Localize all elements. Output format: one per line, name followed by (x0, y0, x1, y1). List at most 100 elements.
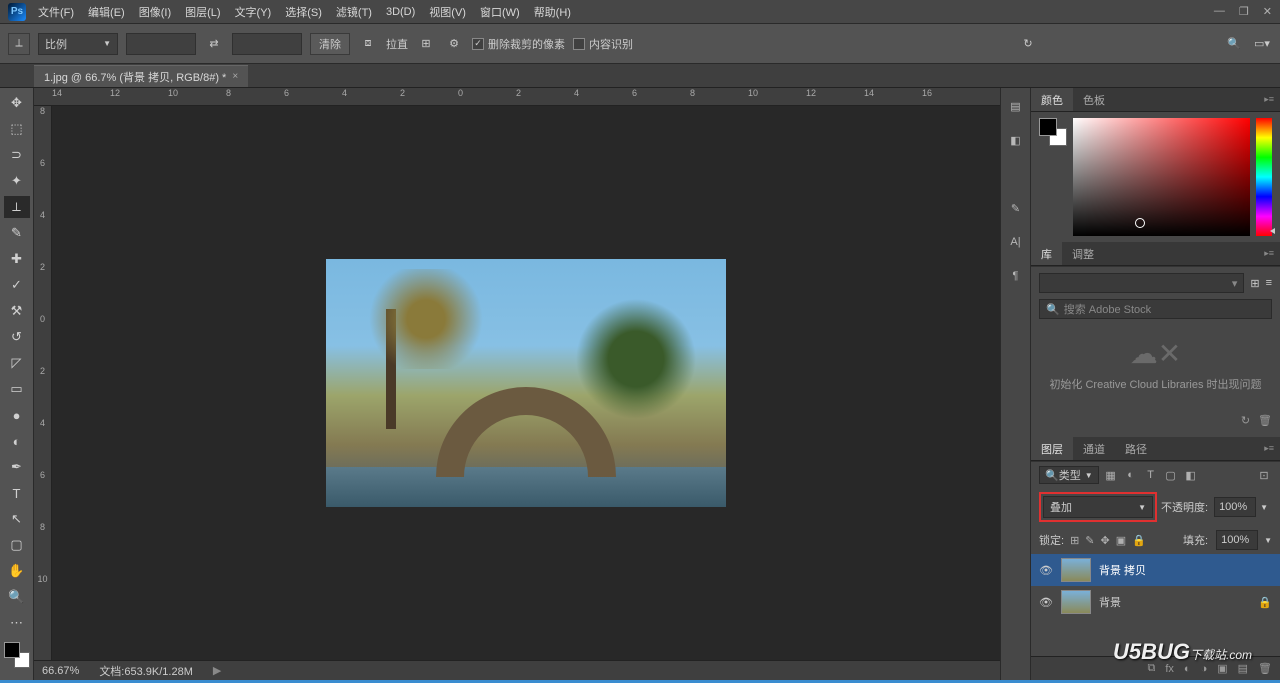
zoom-level[interactable]: 66.67% (42, 665, 79, 677)
menu-layer[interactable]: 图层(L) (185, 4, 220, 20)
close-window-icon[interactable]: ✕ (1263, 5, 1272, 18)
blend-mode-select[interactable]: 叠加▼ (1043, 496, 1153, 518)
shape-tool-icon[interactable]: ▢ (4, 534, 30, 556)
blur-tool-icon[interactable]: ● (4, 404, 30, 426)
menu-edit[interactable]: 编辑(E) (88, 4, 125, 20)
fill-arrow-icon[interactable]: ▼ (1264, 536, 1272, 545)
lock-transparency-icon[interactable]: ⊞ (1070, 534, 1079, 547)
eyedropper-tool-icon[interactable]: ✎ (4, 222, 30, 244)
visibility-icon[interactable]: 👁 (1039, 596, 1053, 609)
reset-icon[interactable]: ↻ (1018, 37, 1038, 50)
properties-panel-icon[interactable]: ◧ (1006, 130, 1026, 150)
doc-info[interactable]: 文档:653.9K/1.28M (99, 663, 193, 679)
lib-sync-icon[interactable]: ↻ (1241, 414, 1250, 427)
link-layers-icon[interactable]: ⧉ (1147, 662, 1155, 675)
layer-item-bg[interactable]: 👁 背景 🔒 (1031, 586, 1280, 618)
search-icon[interactable]: 🔍 (1224, 37, 1244, 50)
brush-tool-icon[interactable]: ✓ (4, 274, 30, 296)
color-field[interactable] (1073, 118, 1250, 236)
menu-window[interactable]: 窗口(W) (480, 4, 520, 20)
quick-select-tool-icon[interactable]: ✦ (4, 170, 30, 192)
tab-swatches[interactable]: 色板 (1073, 88, 1115, 111)
canvas-stage[interactable] (52, 106, 1000, 660)
layer-item-copy[interactable]: 👁 背景 拷贝 (1031, 554, 1280, 586)
filter-pixel-icon[interactable]: ▦ (1103, 469, 1119, 482)
height-input[interactable] (232, 33, 302, 55)
panel-menu-icon-3[interactable]: ▸≡ (1258, 437, 1280, 460)
document-tab[interactable]: 1.jpg @ 66.7% (背景 拷贝, RGB/8#) * × (34, 65, 248, 87)
panel-menu-icon-2[interactable]: ▸≡ (1258, 242, 1280, 265)
lock-pixels-icon[interactable]: ✎ (1085, 534, 1094, 547)
menu-view[interactable]: 视图(V) (429, 4, 466, 20)
history-panel-icon[interactable]: ▤ (1006, 96, 1026, 116)
hand-tool-icon[interactable]: ✋ (4, 560, 30, 582)
character-panel-icon[interactable]: A| (1006, 232, 1026, 252)
swap-icon[interactable]: ⇄ (204, 37, 224, 50)
group-icon[interactable]: ▣ (1217, 662, 1227, 675)
opacity-input[interactable]: 100% (1214, 497, 1256, 517)
status-arrow-icon[interactable]: ▶ (213, 664, 221, 677)
fx-icon[interactable]: fx (1165, 663, 1174, 675)
lock-artboard-icon[interactable]: ▣ (1116, 534, 1126, 547)
list-view-icon[interactable]: ≡ (1266, 277, 1272, 289)
menu-filter[interactable]: 滤镜(T) (336, 4, 372, 20)
layer-filter-select[interactable]: 🔍 类型 ▼ (1039, 466, 1099, 484)
fill-input[interactable]: 100% (1216, 530, 1258, 550)
menu-file[interactable]: 文件(F) (38, 4, 74, 20)
filter-type-icon[interactable]: T (1143, 469, 1159, 481)
type-tool-icon[interactable]: T (4, 482, 30, 504)
tab-color[interactable]: 颜色 (1031, 88, 1073, 111)
workspace-icon[interactable]: ▭▾ (1252, 37, 1272, 50)
current-tool-icon[interactable]: ⟂ (8, 33, 30, 55)
menu-help[interactable]: 帮助(H) (534, 4, 571, 20)
menu-3d[interactable]: 3D(D) (386, 6, 415, 18)
aspect-ratio-select[interactable]: 比例▼ (38, 33, 118, 55)
settings-gear-icon[interactable]: ⚙ (444, 37, 464, 50)
grid-view-icon[interactable]: ⊞ (1250, 277, 1259, 290)
tab-channels[interactable]: 通道 (1073, 437, 1115, 460)
zoom-tool-icon[interactable]: 🔍 (4, 586, 30, 608)
clear-button[interactable]: 清除 (310, 33, 350, 55)
paragraph-panel-icon[interactable]: ¶ (1006, 266, 1026, 286)
lasso-tool-icon[interactable]: ⊃ (4, 144, 30, 166)
color-swatch[interactable] (4, 642, 30, 668)
delete-layer-icon[interactable]: 🗑 (1258, 662, 1272, 675)
delete-cropped-checkbox[interactable]: 删除裁剪的像素 (472, 36, 565, 52)
content-aware-checkbox[interactable]: 内容识别 (573, 36, 633, 52)
path-select-tool-icon[interactable]: ↖ (4, 508, 30, 530)
panel-color-swatch[interactable] (1039, 118, 1067, 146)
hue-slider[interactable] (1256, 118, 1272, 236)
pen-tool-icon[interactable]: ✒ (4, 456, 30, 478)
lib-delete-icon[interactable]: 🗑 (1258, 414, 1272, 427)
tab-layers[interactable]: 图层 (1031, 437, 1073, 460)
more-tools-icon[interactable]: ⋯ (4, 612, 30, 634)
marquee-tool-icon[interactable]: ⬚ (4, 118, 30, 140)
stamp-tool-icon[interactable]: ⚒ (4, 300, 30, 322)
library-select[interactable]: ▾ (1039, 273, 1244, 293)
lock-all-icon[interactable]: 🔒 (1132, 534, 1146, 547)
brush-panel-icon[interactable]: ✎ (1006, 198, 1026, 218)
width-input[interactable] (126, 33, 196, 55)
tab-adjustments[interactable]: 调整 (1062, 242, 1104, 265)
crop-tool-icon[interactable]: ⟂ (4, 196, 30, 218)
visibility-icon[interactable]: 👁 (1039, 564, 1053, 577)
grid-icon[interactable]: ⊞ (416, 37, 436, 50)
lock-position-icon[interactable]: ✥ (1101, 534, 1110, 547)
maximize-icon[interactable]: ❐ (1239, 5, 1249, 18)
new-layer-icon[interactable]: ▤ (1238, 662, 1248, 675)
tab-paths[interactable]: 路径 (1115, 437, 1157, 460)
panel-menu-icon[interactable]: ▸≡ (1258, 88, 1280, 111)
stock-search-input[interactable]: 🔍 搜索 Adobe Stock (1039, 299, 1272, 319)
tab-libraries[interactable]: 库 (1031, 242, 1062, 265)
menu-image[interactable]: 图像(I) (139, 4, 171, 20)
filter-shape-icon[interactable]: ▢ (1163, 469, 1179, 482)
healing-tool-icon[interactable]: ✚ (4, 248, 30, 270)
filter-toggle-icon[interactable]: ⊡ (1256, 469, 1272, 482)
filter-adjust-icon[interactable]: ◐ (1123, 469, 1139, 481)
move-tool-icon[interactable]: ✥ (4, 92, 30, 114)
minimize-icon[interactable]: — (1214, 5, 1225, 18)
straighten-icon[interactable]: ⧈ (358, 37, 378, 50)
menu-select[interactable]: 选择(S) (285, 4, 322, 20)
adjustment-layer-icon[interactable]: ◑ (1201, 663, 1208, 675)
gradient-tool-icon[interactable]: ▭ (4, 378, 30, 400)
